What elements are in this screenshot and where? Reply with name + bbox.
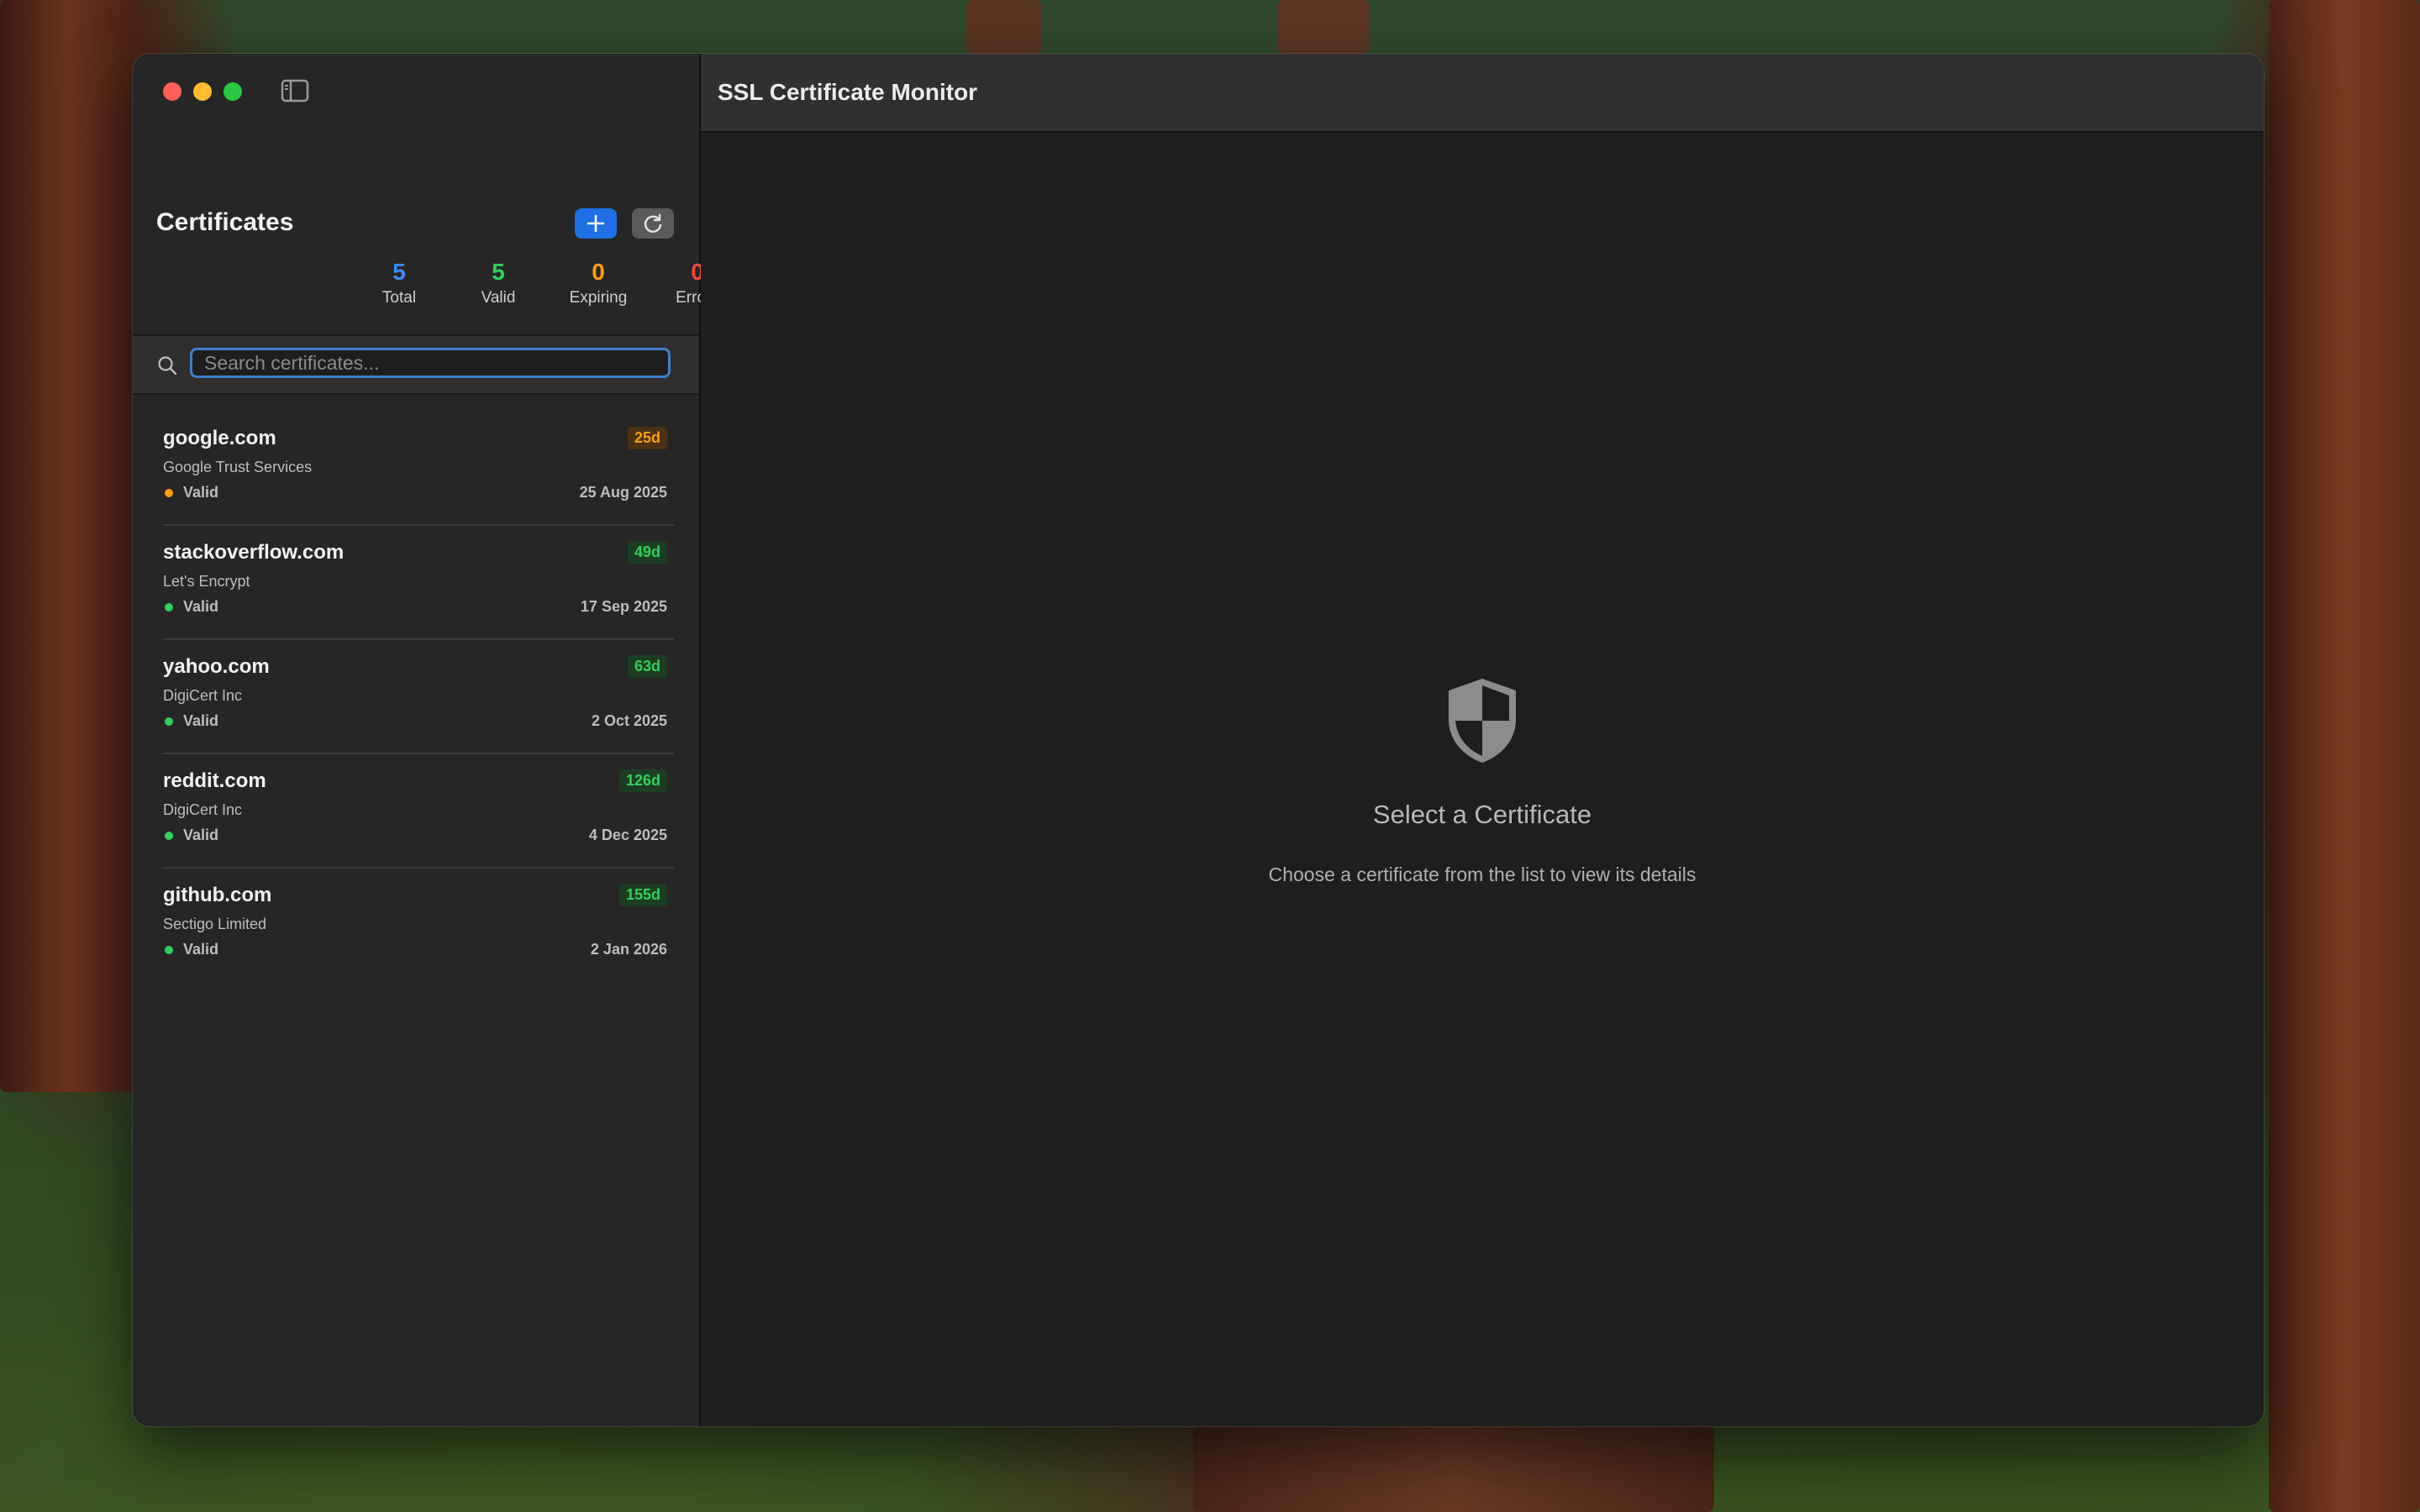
certificate-item-reddit[interactable]: reddit.com 126d DigiCert Inc Valid 4 Dec… [163, 754, 674, 869]
stat-expiring-value: 0 [592, 259, 605, 285]
certificate-expiry: 17 Sep 2025 [580, 598, 667, 615]
certificate-issuer: Sectigo Limited [163, 916, 267, 932]
refresh-button[interactable] [632, 208, 674, 239]
search-input[interactable] [190, 348, 671, 378]
days-remaining-badge: 126d [618, 769, 667, 792]
certificate-list: google.com 25d Google Trust Services Val… [133, 412, 699, 981]
certificate-domain: github.com [163, 884, 272, 906]
certificate-domain: stackoverflow.com [163, 541, 345, 564]
stat-valid: 5 Valid [452, 259, 544, 307]
zoom-button[interactable] [224, 82, 242, 101]
status-dot [165, 603, 173, 612]
empty-state: Select a Certificate Choose a certificat… [701, 675, 2264, 886]
status-dot [165, 832, 173, 840]
certificate-status: Valid [183, 484, 219, 501]
minimize-button[interactable] [193, 82, 212, 101]
stats-summary: 5 Total 5 Valid 0 Expiring [133, 259, 699, 318]
app-window: Certificates 5 Total 5 Valid 0 Expiring … [133, 54, 2264, 1426]
certificate-expiry: 25 Aug 2025 [579, 484, 667, 501]
days-remaining-badge: 63d [627, 655, 667, 678]
certificate-expiry: 2 Jan 2026 [590, 941, 667, 958]
certificate-item-yahoo[interactable]: yahoo.com 63d DigiCert Inc Valid 2 Oct 2… [163, 640, 674, 754]
search-icon [158, 356, 177, 375]
certificate-issuer: Google Trust Services [163, 459, 313, 475]
stat-expiring: 0 Expiring [552, 259, 644, 307]
close-button[interactable] [163, 82, 182, 101]
stat-valid-label: Valid [481, 289, 516, 307]
sidebar-title: Certificates [156, 208, 294, 236]
shield-icon [1449, 679, 1516, 763]
detail-pane: SSL Certificate Monitor Select a Certifi… [701, 54, 2264, 1426]
refresh-icon [644, 213, 662, 233]
certificate-item-github[interactable]: github.com 155d Sectigo Limited Valid 2 … [163, 869, 674, 981]
stat-total: 5 Total [353, 259, 445, 307]
status-dot [165, 489, 173, 497]
toolbar: SSL Certificate Monitor [701, 54, 2264, 133]
window-title: SSL Certificate Monitor [718, 79, 978, 105]
empty-state-title: Select a Certificate [1372, 800, 1592, 829]
certificate-status: Valid [183, 598, 219, 615]
stat-expiring-label: Expiring [569, 289, 628, 307]
certificate-domain: yahoo.com [163, 655, 270, 678]
certificate-status: Valid [183, 712, 219, 729]
certificate-status: Valid [183, 827, 219, 843]
certificate-issuer: DigiCert Inc [163, 801, 243, 818]
sidebar: Certificates 5 Total 5 Valid 0 Expiring … [133, 54, 719, 1426]
days-remaining-badge: 155d [618, 884, 667, 906]
stat-total-label: Total [381, 289, 417, 307]
certificate-issuer: Let's Encrypt [163, 573, 250, 590]
certificate-item-stackoverflow[interactable]: stackoverflow.com 49d Let's Encrypt Vali… [163, 526, 674, 640]
stat-total-value: 5 [392, 259, 406, 285]
sidebar-icon [281, 79, 309, 102]
window-controls [163, 82, 242, 101]
add-certificate-button[interactable] [575, 208, 617, 239]
search-bar [133, 334, 699, 395]
sidebar-toggle-button[interactable] [281, 79, 309, 102]
certificate-status: Valid [183, 941, 219, 958]
certificate-domain: reddit.com [163, 769, 266, 792]
empty-state-subtitle: Choose a certificate from the list to vi… [1268, 864, 1697, 885]
certificate-issuer: DigiCert Inc [163, 687, 243, 704]
stat-valid-value: 5 [492, 259, 505, 285]
certificate-expiry: 2 Oct 2025 [591, 712, 667, 729]
plus-icon [587, 214, 605, 233]
certificate-item-google[interactable]: google.com 25d Google Trust Services Val… [163, 412, 674, 526]
status-dot [165, 946, 173, 954]
certificate-domain: google.com [163, 427, 276, 449]
certificate-expiry: 4 Dec 2025 [588, 827, 667, 843]
days-remaining-badge: 49d [627, 541, 667, 564]
days-remaining-badge: 25d [627, 427, 667, 449]
status-dot [165, 717, 173, 726]
